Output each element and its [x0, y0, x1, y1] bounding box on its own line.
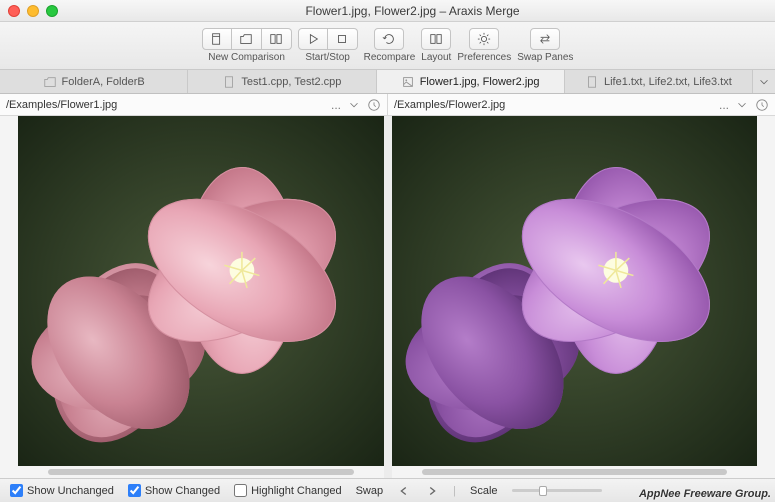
left-path-cell: /Examples/Flower1.jpg ... — [0, 94, 387, 115]
show-unchanged-label: Show Unchanged — [27, 485, 114, 497]
highlight-changed-checkbox[interactable]: Highlight Changed — [234, 484, 342, 497]
recompare-button[interactable] — [374, 28, 404, 50]
left-image-viewport[interactable] — [18, 116, 384, 466]
file-icon — [585, 75, 599, 89]
swap-panes-button[interactable] — [530, 28, 560, 50]
chevron-down-icon[interactable] — [347, 98, 361, 112]
tab-label: FolderA, FolderB — [62, 76, 145, 88]
tab-label: Life1.txt, Life2.txt, Life3.txt — [604, 76, 732, 88]
image-icon — [401, 75, 415, 89]
chevron-down-icon[interactable] — [735, 98, 749, 112]
tab-bar: FolderA, FolderB Test1.cpp, Test2.cpp Fl… — [0, 70, 775, 94]
minimize-icon[interactable] — [27, 5, 39, 17]
history-icon[interactable] — [367, 98, 381, 112]
left-path-more[interactable]: ... — [331, 98, 341, 112]
tab-label: Test1.cpp, Test2.cpp — [241, 76, 341, 88]
window-controls — [8, 5, 58, 17]
right-horizontal-scrollbar[interactable] — [392, 466, 758, 478]
toolbar-label-swappanes: Swap Panes — [517, 52, 573, 63]
right-ruler — [757, 116, 775, 478]
left-ruler — [0, 116, 18, 478]
swap-label: Swap — [356, 485, 384, 497]
toolbar-label-layout: Layout — [421, 52, 451, 63]
toolbar-label-preferences: Preferences — [457, 52, 511, 63]
stop-button[interactable] — [328, 28, 358, 50]
toolbar-label-recompare: Recompare — [364, 52, 416, 63]
tab-overflow-button[interactable] — [753, 70, 775, 93]
tab-folders[interactable]: FolderA, FolderB — [0, 70, 188, 93]
maximize-icon[interactable] — [46, 5, 58, 17]
scale-thumb[interactable] — [539, 486, 547, 496]
window-title: Flower1.jpg, Flower2.jpg – Araxis Merge — [58, 4, 767, 18]
show-unchanged-checkbox[interactable]: Show Unchanged — [10, 484, 114, 497]
new-file-comparison-button[interactable] — [202, 28, 232, 50]
right-path-cell: /Examples/Flower2.jpg ... — [387, 94, 775, 115]
new-text-comparison-button[interactable] — [262, 28, 292, 50]
toolbar: New Comparison Start/Stop Recompare Layo… — [0, 22, 775, 70]
history-icon[interactable] — [755, 98, 769, 112]
flower2-image — [392, 116, 758, 466]
layout-button[interactable] — [421, 28, 451, 50]
separator: | — [453, 485, 456, 497]
comparison-panes — [0, 116, 775, 478]
highlight-changed-label: Highlight Changed — [251, 485, 342, 497]
file-icon — [222, 75, 236, 89]
close-icon[interactable] — [8, 5, 20, 17]
new-folder-comparison-button[interactable] — [232, 28, 262, 50]
tab-txt[interactable]: Life1.txt, Life2.txt, Life3.txt — [565, 70, 753, 93]
titlebar: Flower1.jpg, Flower2.jpg – Araxis Merge — [0, 0, 775, 22]
tab-images[interactable]: Flower1.jpg, Flower2.jpg — [377, 70, 565, 93]
left-pane — [18, 116, 384, 478]
toolbar-label-startstop: Start/Stop — [305, 52, 349, 63]
scale-label: Scale — [470, 485, 498, 497]
flower1-image — [18, 116, 384, 466]
toolbar-label-new-comparison: New Comparison — [208, 52, 285, 63]
pane-divider[interactable] — [384, 116, 392, 478]
watermark: AppNee Freeware Group. — [639, 488, 771, 500]
right-path-more[interactable]: ... — [719, 98, 729, 112]
folder-icon — [43, 75, 57, 89]
right-pane — [392, 116, 758, 478]
path-row: /Examples/Flower1.jpg ... /Examples/Flow… — [0, 94, 775, 116]
right-image-viewport[interactable] — [392, 116, 758, 466]
swap-left-button[interactable] — [397, 484, 411, 498]
left-path[interactable]: /Examples/Flower1.jpg — [6, 99, 325, 111]
chevron-down-icon — [757, 75, 771, 89]
show-changed-checkbox[interactable]: Show Changed — [128, 484, 220, 497]
swap-right-button[interactable] — [425, 484, 439, 498]
tab-cpp[interactable]: Test1.cpp, Test2.cpp — [188, 70, 376, 93]
preferences-button[interactable] — [469, 28, 499, 50]
tab-label: Flower1.jpg, Flower2.jpg — [420, 76, 540, 88]
show-changed-label: Show Changed — [145, 485, 220, 497]
right-path[interactable]: /Examples/Flower2.jpg — [394, 99, 713, 111]
left-horizontal-scrollbar[interactable] — [18, 466, 384, 478]
start-button[interactable] — [298, 28, 328, 50]
scale-slider[interactable] — [512, 489, 602, 492]
